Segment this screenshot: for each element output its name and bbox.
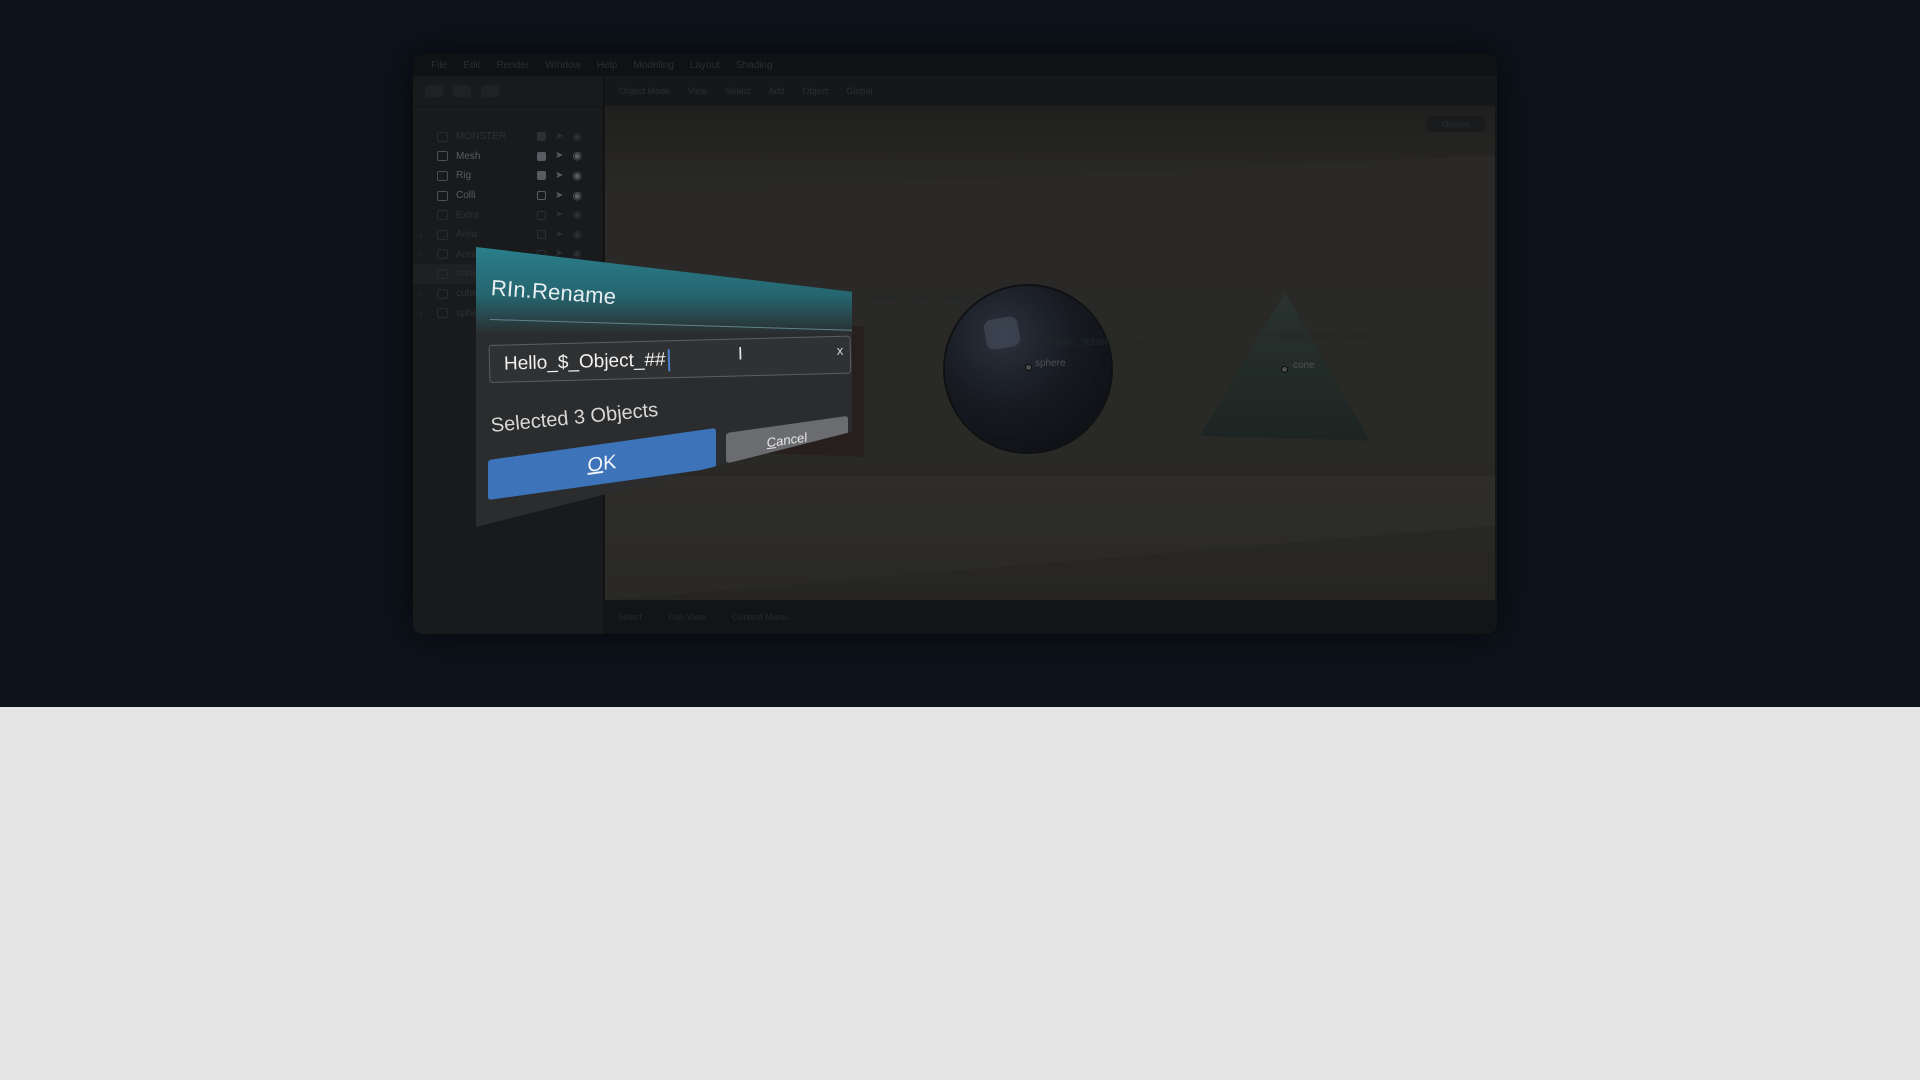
ok-mnemonic: O [587,452,604,477]
outliner-row[interactable]: Mesh ➤ ◉ [413,147,603,167]
visibility-toggles: ➤◉ [537,190,582,201]
exclude-checkbox[interactable] [537,132,546,142]
selectable-toggle-icon[interactable]: ➤ [555,190,563,201]
collection-icon [437,249,448,260]
rename-input[interactable]: Hello_$_Object_## I x [488,335,852,383]
collection-icon [437,190,448,201]
outliner-row[interactable]: Rig ➤ ◉ [413,166,603,186]
cube-name-label: >>Hello_cube_Object_01 [863,292,988,304]
eye-icon[interactable]: ◉ [572,229,582,240]
eye-icon[interactable]: ◉ [572,210,582,221]
expand-arrow-icon[interactable]: › [413,308,429,318]
display-mode-icon[interactable] [425,85,443,97]
eye-icon[interactable]: ◉ [572,190,582,201]
outliner-row-label: Rig [456,170,472,182]
menu-item[interactable]: Help [597,60,618,71]
text-cursor-icon: I [737,343,744,364]
sphere-highlight [982,315,1022,351]
selectable-toggle-icon[interactable]: ➤ [555,210,563,220]
outliner-row-label: MONSTER [456,131,506,143]
selectable-toggle-icon[interactable]: ➤ [555,170,563,181]
selection-count-label: Selected 3 Objects [489,398,660,437]
rename-input-value: Hello_$_Object_## [504,349,670,375]
sphere-name-label: >>Hello_sphere_Object_02 [1037,336,1171,348]
exclude-checkbox[interactable] [537,210,546,220]
exclude-checkbox[interactable] [537,171,546,181]
collection-icon [437,131,448,142]
outliner-row[interactable]: MONSTER ➤ ◉ [413,127,603,147]
input-text: Hello_$_Object_## [503,349,666,375]
expand-arrow-icon[interactable]: › [413,249,429,259]
options-button[interactable]: Options [1427,116,1485,132]
exclude-checkbox[interactable] [537,191,546,201]
selectable-toggle-icon[interactable]: ➤ [555,151,563,161]
visibility-toggles: ➤◉ [537,210,582,221]
transform-orientation[interactable]: Global [846,86,872,96]
status-hint: Pan View [668,612,706,622]
menu-item[interactable]: Layout [690,60,720,71]
cone-name-label: >>Hello_cone_Object_03 [1267,330,1392,342]
eye-icon[interactable]: ◉ [572,131,582,142]
collection-icon [437,151,448,162]
select-menu[interactable]: Select [725,86,750,96]
eye-icon[interactable]: ◉ [572,249,582,260]
collection-icon [437,308,448,319]
outliner-row[interactable]: Colli ➤ ◉ [413,186,603,206]
view-menu[interactable]: View [688,86,707,96]
selectable-toggle-icon[interactable]: ➤ [555,229,563,240]
menu-item[interactable]: File [431,60,447,71]
viewport-header: Object Mode View Select Add Object Globa… [605,76,1497,106]
outliner-row[interactable]: Extra ➤ ◉ [413,205,603,225]
collection-icon [437,268,448,279]
visibility-toggles: ➤◉ [537,229,582,240]
menu-item[interactable]: Edit [463,60,480,71]
menu-item[interactable]: Render [496,60,529,71]
sphere-origin-dot [1025,364,1032,371]
status-bar: Select Pan View Context Menu [605,600,1497,634]
visibility-toggles: ➤◉ [537,170,582,181]
exclude-checkbox[interactable] [537,230,546,240]
outliner-row[interactable]: › Area ➤ ◉ [413,225,603,245]
status-hint: Context Menu [731,612,788,622]
text-caret [667,349,670,372]
viewport-status-text: Hello_cube_Object_01, Hello_sphere_Objec… [617,562,909,572]
filter-icon[interactable] [481,85,499,97]
scene-collection-row[interactable] [413,107,603,127]
collection-icon [437,170,448,181]
add-menu[interactable]: Add [768,86,784,96]
menu-item[interactable]: Window [545,60,581,71]
menu-item[interactable]: Modeling [633,60,674,71]
collection-icon [437,210,448,221]
exclude-checkbox[interactable] [537,151,546,161]
collection-icon [437,229,448,240]
expand-arrow-icon[interactable]: › [413,289,429,299]
cone-origin-dot [1281,366,1288,373]
viewport-floor [605,476,1495,600]
clear-input-button[interactable]: x [837,343,844,358]
visibility-toggles: ➤◉ [537,131,582,142]
ok-label: K [603,450,617,475]
outliner-row-label: Extra [456,209,480,221]
visibility-toggles: ➤◉ [537,151,582,162]
eye-icon[interactable]: ◉ [572,170,582,181]
backdrop-wall [605,106,1495,196]
mode-selector[interactable]: Object Mode [619,86,670,96]
eye-icon[interactable]: ◉ [572,151,582,162]
cone-name: cone [1293,360,1315,371]
object-menu[interactable]: Object [802,86,828,96]
status-hint: Select [617,612,643,622]
outliner-row-label: Mesh [456,150,481,162]
outliner-row-label: Area [456,229,478,241]
menu-bar: File Edit Render Window Help Modeling La… [413,54,1497,76]
expand-arrow-icon[interactable]: › [413,230,429,240]
cancel-mnemonic: C [766,433,777,450]
outliner-header [413,76,603,107]
collection-icon [437,288,448,299]
expand-arrow-icon[interactable]: › [413,269,429,279]
outliner-row-label: Colli [456,190,476,202]
selectable-toggle-icon[interactable]: ➤ [555,131,563,142]
menu-item[interactable]: Shading [736,60,773,71]
sphere-name: sphere [1035,358,1066,369]
search-icon[interactable] [453,85,471,97]
